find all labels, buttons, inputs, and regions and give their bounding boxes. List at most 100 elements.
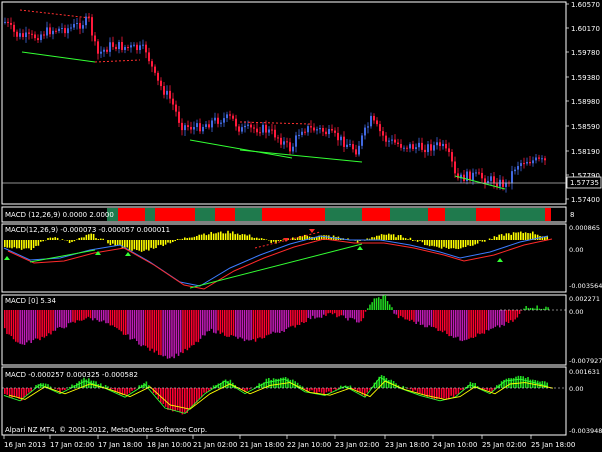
oscillator-bar — [517, 375, 520, 388]
ribbon-segment — [195, 208, 215, 221]
candle-body — [409, 144, 411, 149]
price-label: 1.59380 — [571, 74, 600, 82]
macd-yellow-bar — [174, 240, 176, 242]
oscillator-bar — [527, 377, 529, 388]
candle-body — [193, 127, 195, 130]
oscillator-bar — [402, 385, 404, 388]
mt4-chart-window: 1.60570 1.60170 1.59780 1.59380 1.58980 1.585… — [0, 0, 602, 452]
histogram-bar — [479, 310, 481, 335]
histogram-bar — [114, 310, 116, 327]
oscillator-bar — [366, 388, 368, 393]
histogram-bar — [32, 310, 35, 341]
price-label: 1.58980 — [571, 98, 600, 106]
macd-yellow-bar — [380, 234, 383, 240]
oscillator-bar — [246, 388, 248, 391]
candle-body — [190, 126, 192, 130]
histogram-bar — [215, 310, 217, 334]
macd-yellow-bar — [172, 240, 174, 243]
candle-body — [82, 25, 84, 29]
ribbon-segment — [390, 208, 428, 221]
histogram-bar — [19, 310, 21, 344]
macd-yellow-bar — [8, 240, 11, 248]
histogram-bar — [283, 310, 285, 332]
ribbon-panel-title: MACD (12,26,9) 0.0000 2.0000 — [5, 211, 114, 219]
histogram-bar — [281, 310, 283, 331]
macd-yellow-bar — [119, 240, 121, 246]
histogram-bar — [30, 310, 32, 344]
candle-body — [301, 131, 303, 135]
histogram-bar — [301, 310, 303, 323]
oscillator-bar — [412, 388, 414, 392]
macd-signal-axis-bottom: -0.003564 — [569, 282, 602, 290]
histogram-bar — [142, 310, 145, 346]
histogram-bar — [136, 310, 138, 341]
histogram-bar — [279, 310, 281, 333]
time-label: 23 Jan 02:00 — [335, 441, 379, 449]
candle-body — [262, 124, 264, 133]
macd-yellow-bar — [83, 237, 85, 240]
histogram-bar — [340, 310, 343, 316]
histogram-bar — [316, 310, 318, 318]
candle-body — [148, 52, 150, 62]
histogram-bar — [336, 310, 338, 318]
candle-body — [61, 28, 63, 30]
ribbon-segment — [445, 208, 476, 221]
histogram-bar — [270, 310, 272, 334]
histogram-bar — [525, 305, 527, 310]
histogram-bar — [140, 310, 142, 347]
candle-body — [184, 125, 186, 131]
histogram-bar — [37, 310, 39, 339]
oscillator-bar — [203, 388, 205, 393]
macd-yellow-bar — [150, 240, 152, 248]
time-label: 25 Jan 02:00 — [482, 441, 526, 449]
candle-body — [16, 31, 18, 37]
histogram-bar — [532, 307, 534, 310]
macd-yellow-bar — [155, 240, 157, 249]
price-label: 1.60170 — [571, 25, 600, 33]
macd-yellow-bar — [452, 240, 455, 249]
histogram-bar — [492, 310, 494, 329]
oscillator-bar — [515, 376, 517, 388]
ribbon-segment — [545, 208, 551, 221]
candle-body — [136, 44, 138, 51]
macd-yellow-bar — [188, 237, 191, 240]
histogram-bar — [331, 310, 334, 315]
candle-body — [349, 144, 351, 146]
histogram-bar — [21, 310, 24, 345]
candle-body — [154, 66, 156, 73]
macd-yellow-bar — [234, 234, 236, 240]
candle-body — [286, 141, 288, 143]
candle-body — [388, 140, 390, 142]
candle-body — [259, 132, 261, 134]
macd-yellow-bar — [258, 238, 260, 240]
time-label: 21 Jan 02:00 — [193, 441, 237, 449]
macd-yellow-bar — [37, 240, 40, 246]
oscillator-bar — [311, 388, 313, 391]
candle-body — [13, 24, 15, 32]
histogram-bar — [144, 310, 147, 346]
macd-yellow-bar — [35, 240, 37, 246]
histogram-bar — [430, 310, 433, 327]
histogram-bar — [391, 307, 393, 310]
histogram-bar — [70, 310, 72, 323]
oscillator-bar — [536, 380, 539, 388]
macd-yellow-bar — [292, 237, 294, 240]
histogram-bar — [545, 306, 547, 310]
macd-yellow-bar — [517, 232, 520, 240]
candle-body — [37, 38, 39, 41]
candle-body — [214, 117, 216, 121]
ribbon-segment — [362, 208, 390, 221]
candle-body — [46, 27, 48, 36]
candle-body — [94, 35, 96, 42]
macd-signal-axis-zero: 0.00 — [569, 246, 583, 254]
macd-yellow-bar — [265, 239, 268, 240]
candle-body — [103, 49, 105, 52]
histogram-bar — [191, 310, 193, 346]
histogram-bar — [98, 310, 101, 322]
histogram-bar — [65, 310, 68, 328]
macd-yellow-bar — [520, 231, 522, 240]
macd-yellow-bar — [16, 240, 18, 249]
histogram-bar — [52, 310, 54, 331]
oscillator-bar — [61, 388, 64, 391]
candle-body — [346, 144, 348, 147]
